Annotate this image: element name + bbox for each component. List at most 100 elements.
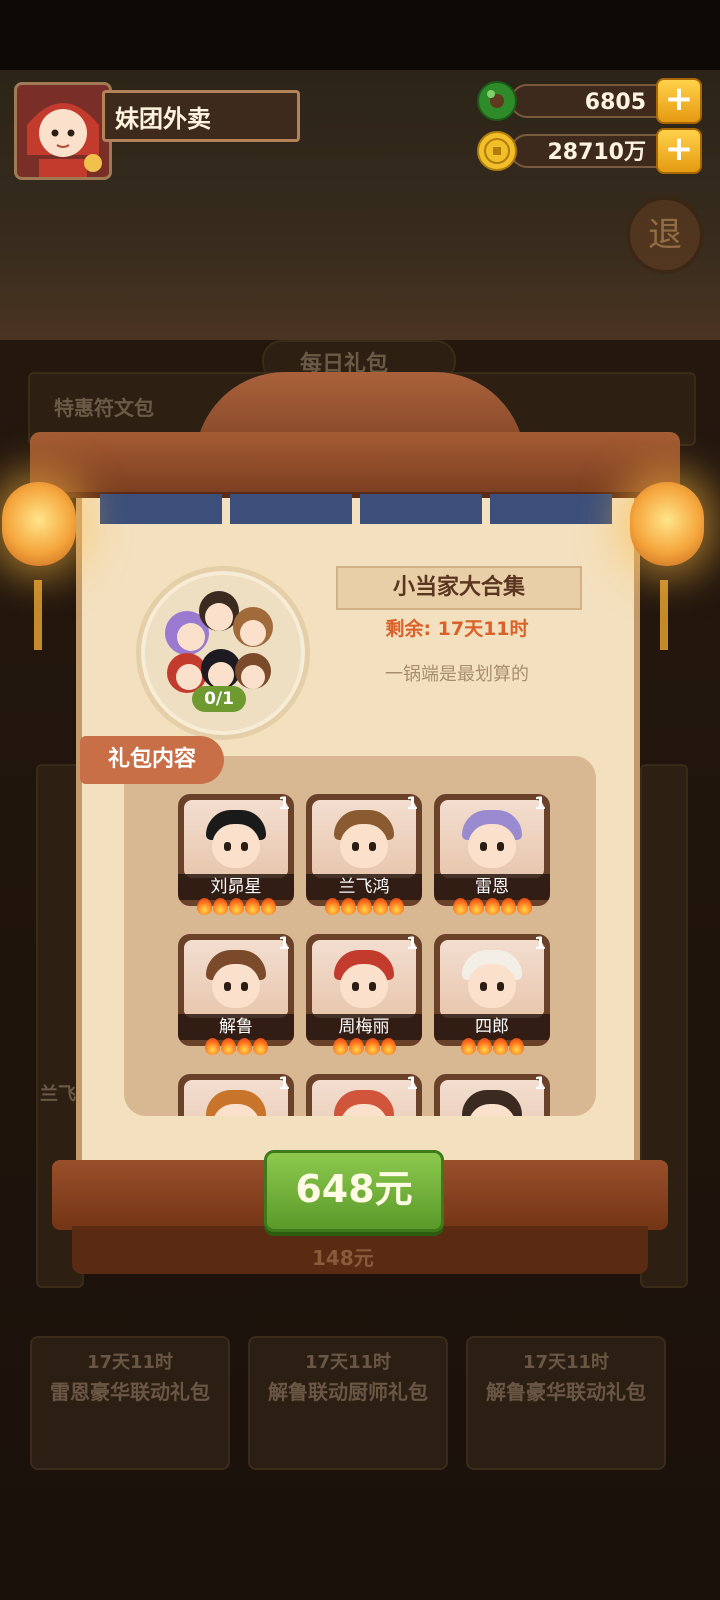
- pack-item[interactable]: 1 四郎: [434, 934, 550, 1055]
- background-row-title: 特惠符文包: [54, 396, 154, 420]
- bottom-background: [0, 1490, 720, 1600]
- chef-name: 四郎: [434, 1014, 550, 1040]
- lantern-tassel: [660, 580, 668, 650]
- pack-item[interactable]: 1: [306, 1074, 422, 1116]
- pack-slogan: 一锅端是最划算的: [385, 664, 529, 685]
- add-jade-button[interactable]: +: [656, 78, 702, 124]
- banner-strip: [100, 494, 222, 524]
- item-count: 1: [406, 934, 418, 954]
- chef-name: 刘昴星: [178, 874, 294, 900]
- flame-icon: [228, 898, 244, 915]
- flame-icon: [460, 1038, 476, 1055]
- bottom-pack-name: 雷恩豪华联动礼包: [50, 1380, 210, 1404]
- pack-item[interactable]: 1 解鲁: [178, 934, 294, 1055]
- chef-eye: [224, 842, 231, 851]
- chef-eye: [352, 842, 359, 851]
- buy-button[interactable]: 648元: [264, 1150, 444, 1232]
- bottom-pack-card[interactable]: 17天11时 雷恩豪华联动礼包: [30, 1336, 230, 1470]
- item-count: 1: [534, 794, 546, 814]
- item-card: 1 刘昴星: [178, 794, 294, 906]
- flame-icon: [372, 898, 388, 915]
- bottom-pack-timer: 17天11时: [304, 1352, 392, 1373]
- chef-face: [468, 824, 516, 868]
- chef-eye: [241, 842, 248, 851]
- flame-icon: [340, 898, 356, 915]
- item-count: 1: [406, 794, 418, 814]
- flame-icon: [500, 898, 516, 915]
- avatar-icon: [17, 85, 109, 177]
- bottom-pack-timer: 17天11时: [86, 1352, 174, 1373]
- flame-icon: [508, 1038, 524, 1055]
- chef-portrait: [440, 800, 544, 878]
- item-count: 1: [534, 1074, 546, 1094]
- flame-icon: [388, 898, 404, 915]
- chef-face: [212, 824, 260, 868]
- banner-strip: [490, 494, 612, 524]
- chef-portrait: [184, 800, 288, 878]
- flame-icon: [356, 898, 372, 915]
- pack-item[interactable]: 1 周梅丽: [306, 934, 422, 1055]
- chef-name: 周梅丽: [306, 1014, 422, 1040]
- chef-portrait: [440, 1080, 544, 1116]
- pack-timer: 剩余: 17天11时: [385, 618, 529, 640]
- item-count: 1: [406, 1074, 418, 1094]
- chef-portrait: [312, 1080, 416, 1116]
- item-card: 1 四郎: [434, 934, 550, 1046]
- chef-eye: [369, 982, 376, 991]
- bottom-pack-card[interactable]: 17天11时 解鲁豪华联动礼包: [466, 1336, 666, 1470]
- exit-button[interactable]: 退: [626, 196, 704, 274]
- item-count: 1: [534, 934, 546, 954]
- bottom-pack-name: 解鲁联动厨师礼包: [268, 1380, 428, 1404]
- chef-eye: [241, 982, 248, 991]
- bottom-pack-name: 解鲁豪华联动礼包: [486, 1380, 646, 1404]
- pack-item[interactable]: 1: [178, 1074, 294, 1116]
- pack-progress: 0/1: [192, 686, 246, 712]
- flame-icon: [324, 898, 340, 915]
- flame-icon: [348, 1038, 364, 1055]
- coin-counter: 28710万: [510, 134, 678, 168]
- star-rating: [306, 1038, 422, 1059]
- chef-face: [468, 964, 516, 1008]
- background-ghost-price: 148元: [312, 1246, 374, 1270]
- pack-contents-label: 礼包内容: [80, 736, 224, 784]
- item-card: 1 雷恩: [434, 794, 550, 906]
- star-rating: [434, 1038, 550, 1059]
- chef-eye: [480, 982, 487, 991]
- bottom-pack-card[interactable]: 17天11时 解鲁联动厨师礼包: [248, 1336, 448, 1470]
- item-card: 1 周梅丽: [306, 934, 422, 1046]
- flame-icon: [220, 1038, 236, 1055]
- item-count: 1: [278, 934, 290, 954]
- pack-cover-image: [136, 566, 310, 740]
- jade-icon: [476, 80, 518, 122]
- chef-name: 兰飞鸿: [306, 874, 422, 900]
- chef-face: [340, 964, 388, 1008]
- pack-item[interactable]: 1: [434, 1074, 550, 1116]
- flame-icon: [476, 1038, 492, 1055]
- player-avatar[interactable]: [14, 82, 112, 180]
- item-count: 1: [278, 794, 290, 814]
- add-coins-button[interactable]: +: [656, 128, 702, 174]
- bottom-pack-timer: 17天11时: [522, 1352, 610, 1373]
- banner-strip: [230, 494, 352, 524]
- item-card: 1 兰飞鸿: [306, 794, 422, 906]
- jade-counter: 6805: [510, 84, 678, 118]
- pack-item[interactable]: 1 雷恩: [434, 794, 550, 915]
- pack-item[interactable]: 1 兰飞鸿: [306, 794, 422, 915]
- pack-item[interactable]: 1 刘昴星: [178, 794, 294, 915]
- item-card: 1: [306, 1074, 422, 1116]
- lantern-left: [2, 482, 76, 566]
- chef-eye: [352, 982, 359, 991]
- chef-eye: [497, 982, 504, 991]
- item-card: 1 解鲁: [178, 934, 294, 1046]
- flame-icon: [380, 1038, 396, 1055]
- flame-icon: [244, 898, 260, 915]
- scroll-roof: [30, 432, 680, 498]
- flame-icon: [484, 898, 500, 915]
- chef-face: [212, 964, 260, 1008]
- pack-contents-panel[interactable]: 1 刘昴星 1 兰飞鸿 1 雷恩 1 解鲁 1 周梅丽 1 四郎 1 1 1: [124, 756, 596, 1116]
- chef-portrait: [312, 800, 416, 878]
- chef-eye: [224, 982, 231, 991]
- chef-name: 解鲁: [178, 1014, 294, 1040]
- flame-icon: [364, 1038, 380, 1055]
- flame-icon: [212, 898, 228, 915]
